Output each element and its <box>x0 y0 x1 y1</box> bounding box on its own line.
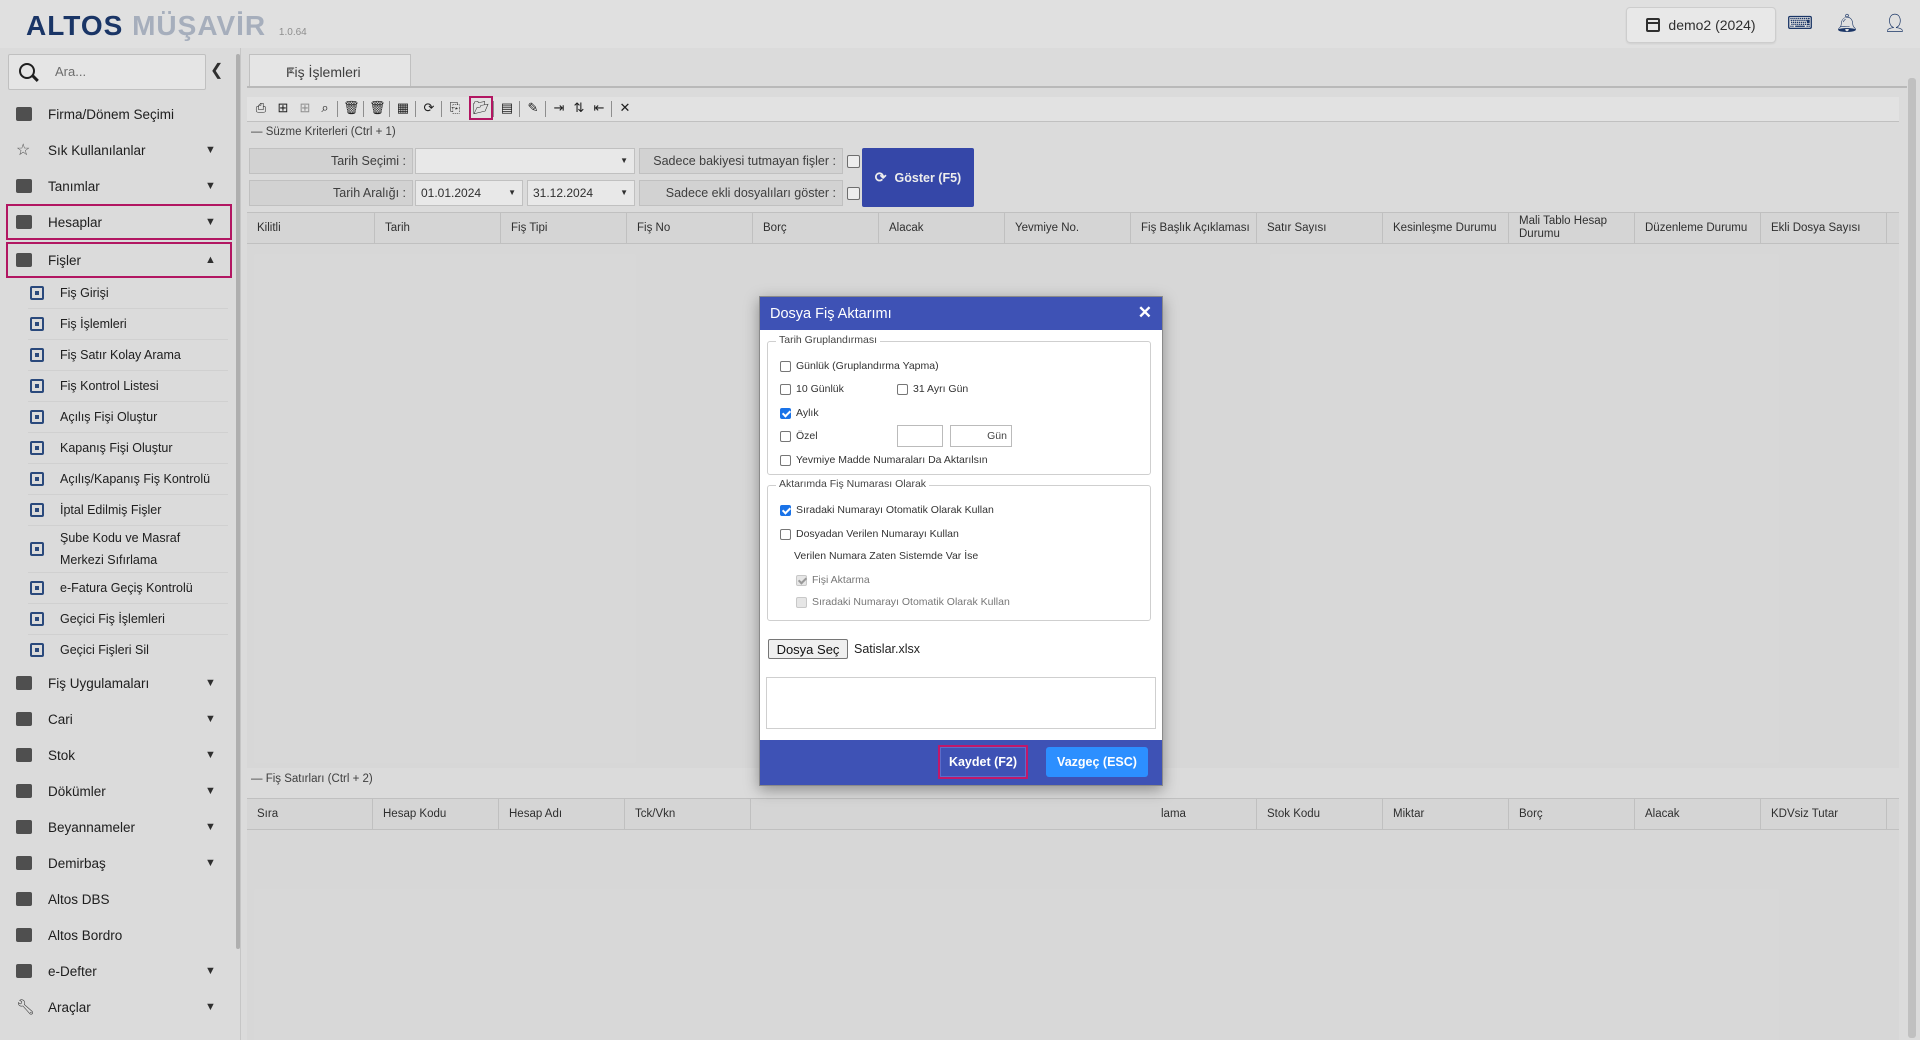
file-import-dialog: Dosya Fiş Aktarımı ✕ Tarih Gruplandırmas… <box>759 296 1163 786</box>
checkbox-checked-disabled[interactable] <box>796 574 807 586</box>
checkbox-checked[interactable] <box>780 504 791 516</box>
option-label: Yevmiye Madde Numaraları Da Aktarılsın <box>796 454 988 466</box>
option-daily[interactable]: Günlük (Gruplandırma Yapma) <box>780 360 939 372</box>
option-label: Dosyadan Verilen Numarayı Kullan <box>796 528 959 540</box>
option-custom[interactable]: Özel <box>780 430 818 442</box>
checkbox[interactable] <box>780 454 791 466</box>
exists-label: Verilen Numara Zaten Sistemde Var İse <box>794 550 979 562</box>
checkbox[interactable] <box>780 430 791 442</box>
checkbox[interactable] <box>780 528 791 540</box>
option-label: Günlük (Gruplandırma Yapma) <box>796 360 939 372</box>
choose-file-button[interactable]: Dosya Seç <box>768 639 848 659</box>
save-button[interactable]: Kaydet (F2) <box>938 745 1028 779</box>
option-monthly[interactable]: Aylık <box>780 407 819 419</box>
checkbox[interactable] <box>780 360 791 372</box>
dialog-title: Dosya Fiş Aktarımı <box>770 306 892 322</box>
option-skip[interactable]: Fişi Aktarma <box>796 574 870 586</box>
checkbox-checked[interactable] <box>780 407 791 419</box>
option-label: Aylık <box>796 407 819 419</box>
option-next-number-2[interactable]: Sıradaki Numarayı Otomatik Olarak Kullan <box>796 596 1010 608</box>
option-file-number[interactable]: Dosyadan Verilen Numarayı Kullan <box>780 528 959 540</box>
option-label: Sıradaki Numarayı Otomatik Olarak Kullan <box>812 596 1010 608</box>
log-textarea[interactable] <box>766 677 1156 729</box>
date-grouping-legend: Tarih Gruplandırması <box>776 334 881 346</box>
close-icon[interactable]: ✕ <box>1138 303 1152 323</box>
checkbox-disabled[interactable] <box>796 596 807 608</box>
option-label: 10 Günlük <box>796 383 844 395</box>
option-yevmiye[interactable]: Yevmiye Madde Numaraları Da Aktarılsın <box>780 454 988 466</box>
date-grouping-fieldset: Tarih Gruplandırması Günlük (Gruplandırm… <box>767 334 1151 475</box>
option-31day[interactable]: 31 Ayrı Gün <box>897 383 968 395</box>
option-label: Fişi Aktarma <box>812 574 870 586</box>
option-label: Sıradaki Numarayı Otomatik Olarak Kullan <box>796 504 994 516</box>
fis-number-fieldset: Aktarımda Fiş Numarası Olarak Sıradaki N… <box>767 478 1151 621</box>
custom-value-input[interactable] <box>897 425 943 447</box>
custom-day-input[interactable]: Gün <box>950 425 1012 447</box>
selected-file-name: Satislar.xlsx <box>854 642 920 656</box>
option-label: 31 Ayrı Gün <box>913 383 969 395</box>
checkbox[interactable] <box>897 383 908 395</box>
day-unit-label: Gün <box>987 430 1007 442</box>
checkbox[interactable] <box>780 383 791 395</box>
fis-number-legend: Aktarımda Fiş Numarası Olarak <box>776 478 930 490</box>
dialog-footer: Kaydet (F2) Vazgeç (ESC) <box>760 740 1162 785</box>
dialog-header: Dosya Fiş Aktarımı ✕ <box>760 297 1162 330</box>
option-next-number[interactable]: Sıradaki Numarayı Otomatik Olarak Kullan <box>780 504 994 516</box>
option-label: Özel <box>796 430 818 442</box>
option-10day[interactable]: 10 Günlük <box>780 383 844 395</box>
cancel-button[interactable]: Vazgeç (ESC) <box>1046 747 1148 777</box>
